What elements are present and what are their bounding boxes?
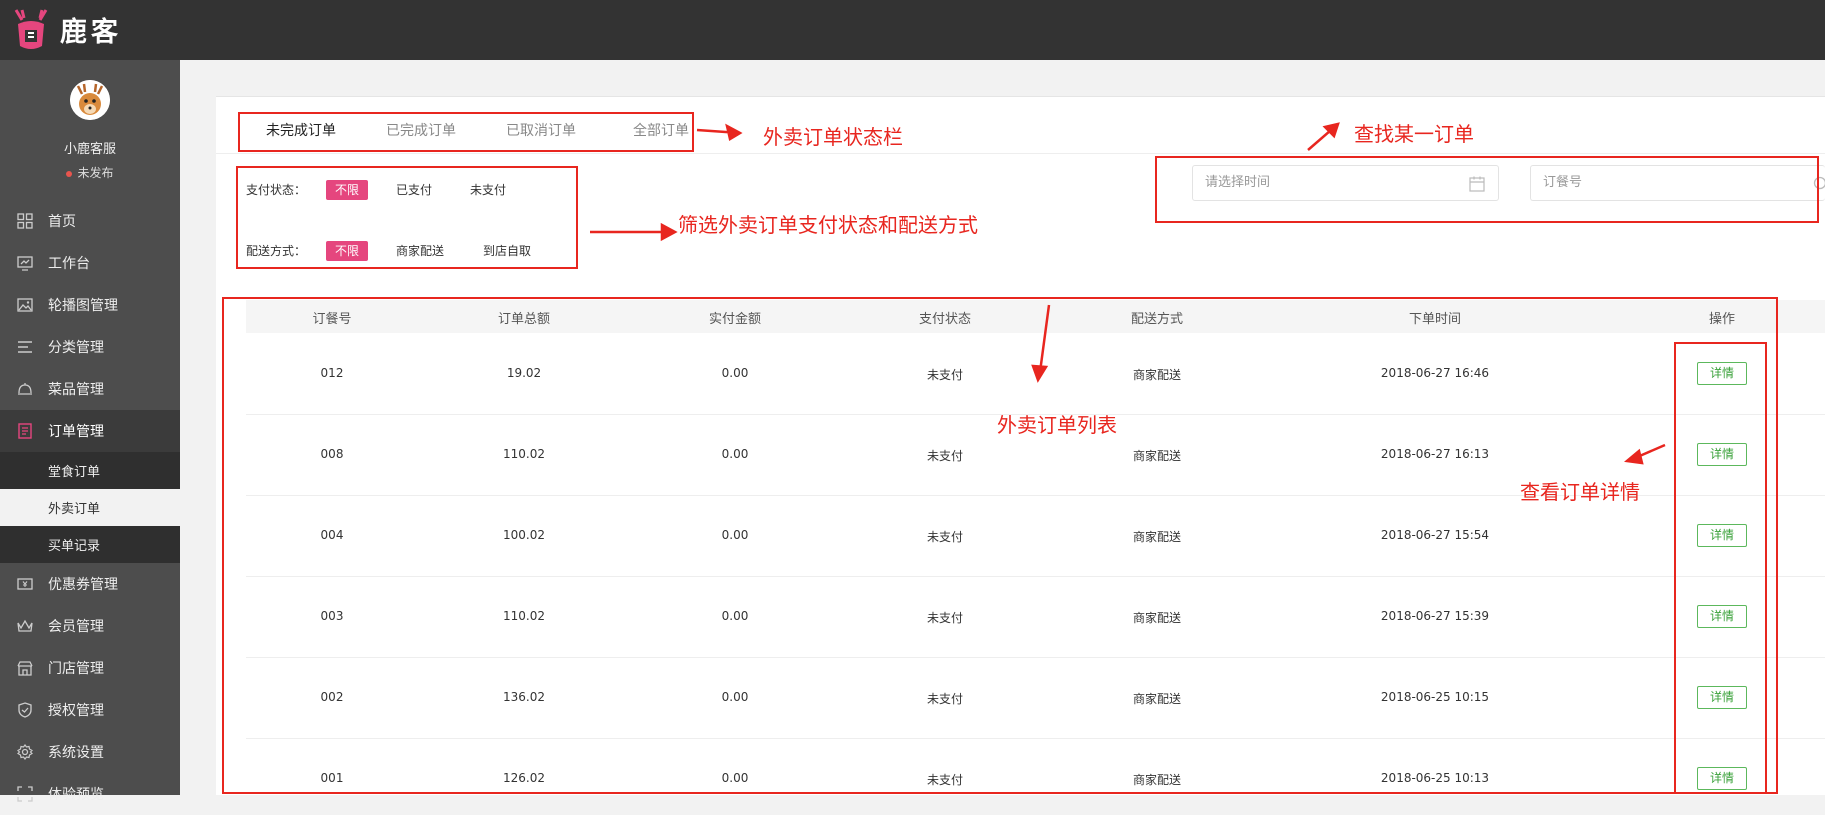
annotation-arrows bbox=[0, 0, 1825, 795]
arrow-to-detail-column bbox=[1627, 445, 1665, 463]
arrow-to-status-label bbox=[697, 126, 740, 139]
arrow-to-order-list bbox=[1033, 305, 1049, 380]
arrow-to-find-order bbox=[1308, 124, 1338, 150]
arrow-to-filter-label bbox=[590, 225, 675, 239]
